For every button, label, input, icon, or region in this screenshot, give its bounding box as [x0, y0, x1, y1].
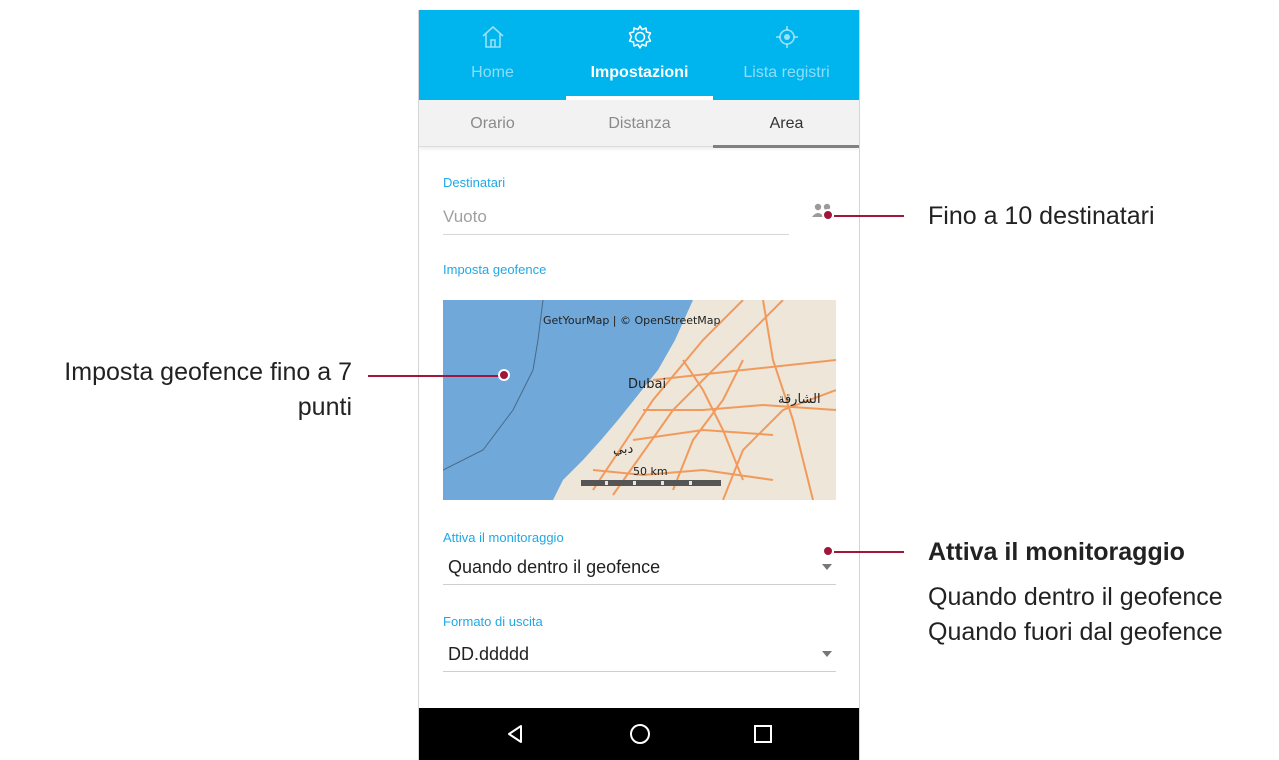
nav-tab-settings[interactable]: Impostazioni	[566, 10, 713, 100]
output-format-dropdown[interactable]: DD.ddddd	[443, 636, 836, 672]
sub-tab-distance[interactable]: Distanza	[566, 100, 713, 147]
nav-tab-home[interactable]: Home	[419, 10, 566, 100]
monitoring-callout-line	[834, 551, 904, 553]
geofence-note-line2: punti	[297, 393, 352, 421]
monitoring-label: Attiva il monitoraggio	[443, 530, 564, 545]
home-icon	[481, 25, 504, 48]
sub-tab-distance-label: Distanza	[608, 115, 671, 132]
map-city-dubai-arabic: دبي	[613, 442, 633, 457]
geofence-callout-line	[368, 375, 504, 377]
geofence-note-line1: Imposta geofence fino a 7	[64, 358, 352, 386]
sub-tab-area[interactable]: Area	[713, 100, 859, 148]
geofence-callout-dot	[498, 369, 510, 381]
monitoring-dropdown[interactable]: Quando dentro il geofence	[443, 549, 836, 585]
nav-tab-log-list[interactable]: Lista registri	[713, 10, 859, 100]
location-target-icon	[775, 26, 798, 48]
phone-screen: Home Impostazioni Lista registri Orario …	[418, 10, 860, 760]
map-city-dubai: Dubai	[628, 377, 666, 392]
map-city-sharjah: الشارقة	[778, 392, 821, 407]
monitoring-callout-dot	[822, 545, 834, 557]
top-navigation-bar: Home Impostazioni Lista registri	[419, 10, 859, 100]
dropdown-arrow-icon	[822, 564, 832, 570]
recipients-note: Fino a 10 destinatari	[928, 202, 1155, 230]
sub-tab-time[interactable]: Orario	[419, 100, 566, 147]
dropdown-arrow-icon	[822, 651, 832, 657]
recents-square-icon[interactable]	[747, 718, 779, 750]
recipients-label: Destinatari	[443, 175, 506, 190]
monitoring-note-option1: Quando dentro il geofence	[928, 583, 1223, 611]
monitoring-value: Quando dentro il geofence	[448, 557, 661, 577]
home-circle-icon[interactable]	[624, 718, 656, 750]
output-format-label: Formato di uscita	[443, 614, 543, 629]
sub-tab-bar: Orario Distanza Area	[419, 100, 859, 148]
back-icon[interactable]	[499, 718, 531, 750]
system-navigation-bar	[419, 708, 859, 760]
monitoring-note-option2: Quando fuori dal geofence	[928, 618, 1223, 646]
gear-icon	[628, 25, 651, 49]
recipients-callout-line	[834, 215, 904, 217]
sub-tab-area-label: Area	[769, 115, 804, 132]
monitoring-note-title: Attiva il monitoraggio	[928, 538, 1185, 566]
sub-tab-time-label: Orario	[470, 115, 515, 132]
map-scale-label: 50 km	[633, 465, 668, 478]
nav-tab-settings-label: Impostazioni	[590, 64, 689, 81]
recipients-callout-dot	[822, 209, 834, 221]
geofence-map[interactable]: GetYourMap | © OpenStreetMap Dubai الشار…	[443, 300, 836, 500]
active-sub-tab-indicator	[713, 145, 859, 148]
geofence-label: Imposta geofence	[443, 262, 547, 277]
nav-tab-home-label: Home	[471, 64, 514, 81]
output-format-value: DD.ddddd	[448, 644, 530, 664]
nav-tab-log-list-label: Lista registri	[743, 64, 830, 81]
recipients-input[interactable]: Vuoto	[443, 199, 789, 235]
map-attribution: GetYourMap | © OpenStreetMap	[543, 314, 721, 327]
map-scale-bar	[581, 480, 721, 486]
